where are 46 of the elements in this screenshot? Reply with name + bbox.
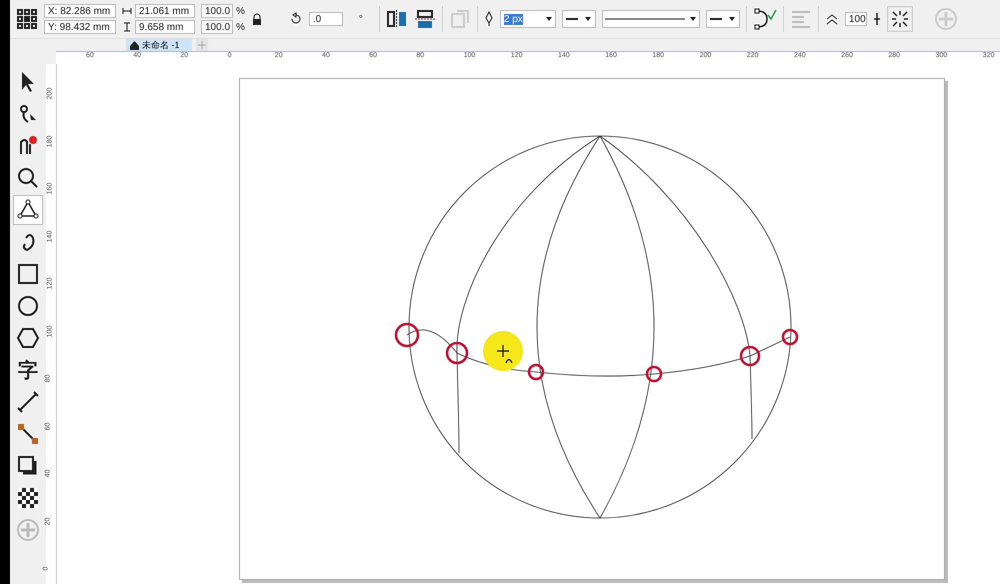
rectangle-icon [16,262,40,286]
lock-icon[interactable] [250,12,263,26]
percent-label: % [236,22,245,32]
width-field[interactable]: 21.061 mm [135,4,195,18]
pen-nib-icon[interactable] [484,11,494,27]
document-tab[interactable]: 未命名 -1 [126,39,192,51]
line-end-icon [566,17,578,21]
end-arrow-dropdown[interactable] [706,10,740,28]
shape-tool[interactable] [13,195,43,225]
line-style-dropdown[interactable] [602,10,700,28]
transparency-icon [16,486,40,510]
caret-icon [688,15,697,23]
rotation-field[interactable]: .0 [308,12,343,26]
smoothing-icon[interactable] [824,12,839,26]
polygon-icon [16,326,40,350]
mirror-vertical-icon[interactable] [414,9,436,29]
height-field[interactable]: 9.658 mm [135,20,195,34]
reduce-nodes-icon[interactable] [886,6,913,32]
x-position-field[interactable]: X: 82.286 mm [44,4,116,18]
rotate-icon[interactable] [288,12,303,26]
text-tool[interactable]: 字 [13,355,43,385]
cursor-icon [496,344,513,364]
height-icon[interactable] [122,22,132,32]
connector-icon [16,422,40,446]
transform-grid-icon[interactable] [16,8,38,30]
line-end-icon [710,17,722,21]
scale-y-field[interactable]: 100.0 [201,20,233,34]
close-curve-icon[interactable] [752,7,777,31]
scale-x-field[interactable]: 100.0 [201,4,233,18]
caret-icon [728,15,736,23]
solid-line-icon [604,17,685,21]
line-icon [16,390,40,414]
y-position-field[interactable]: Y: 98.432 mm [44,20,116,34]
zoom-icon [16,166,40,190]
plus-icon[interactable] [872,12,881,26]
degree-label: ° [358,14,363,24]
smoothing-field[interactable]: 100 [844,12,867,26]
start-arrow-dropdown[interactable] [562,10,596,28]
ellipse-icon [16,294,40,318]
percent-label: % [236,6,245,16]
outline-width-dropdown[interactable]: 2 px [500,10,556,28]
caret-icon [584,15,592,23]
width-icon[interactable] [122,6,132,16]
mirror-horizontal-icon[interactable] [386,9,408,29]
add-icon [16,518,40,542]
highlight-dot [483,331,523,371]
